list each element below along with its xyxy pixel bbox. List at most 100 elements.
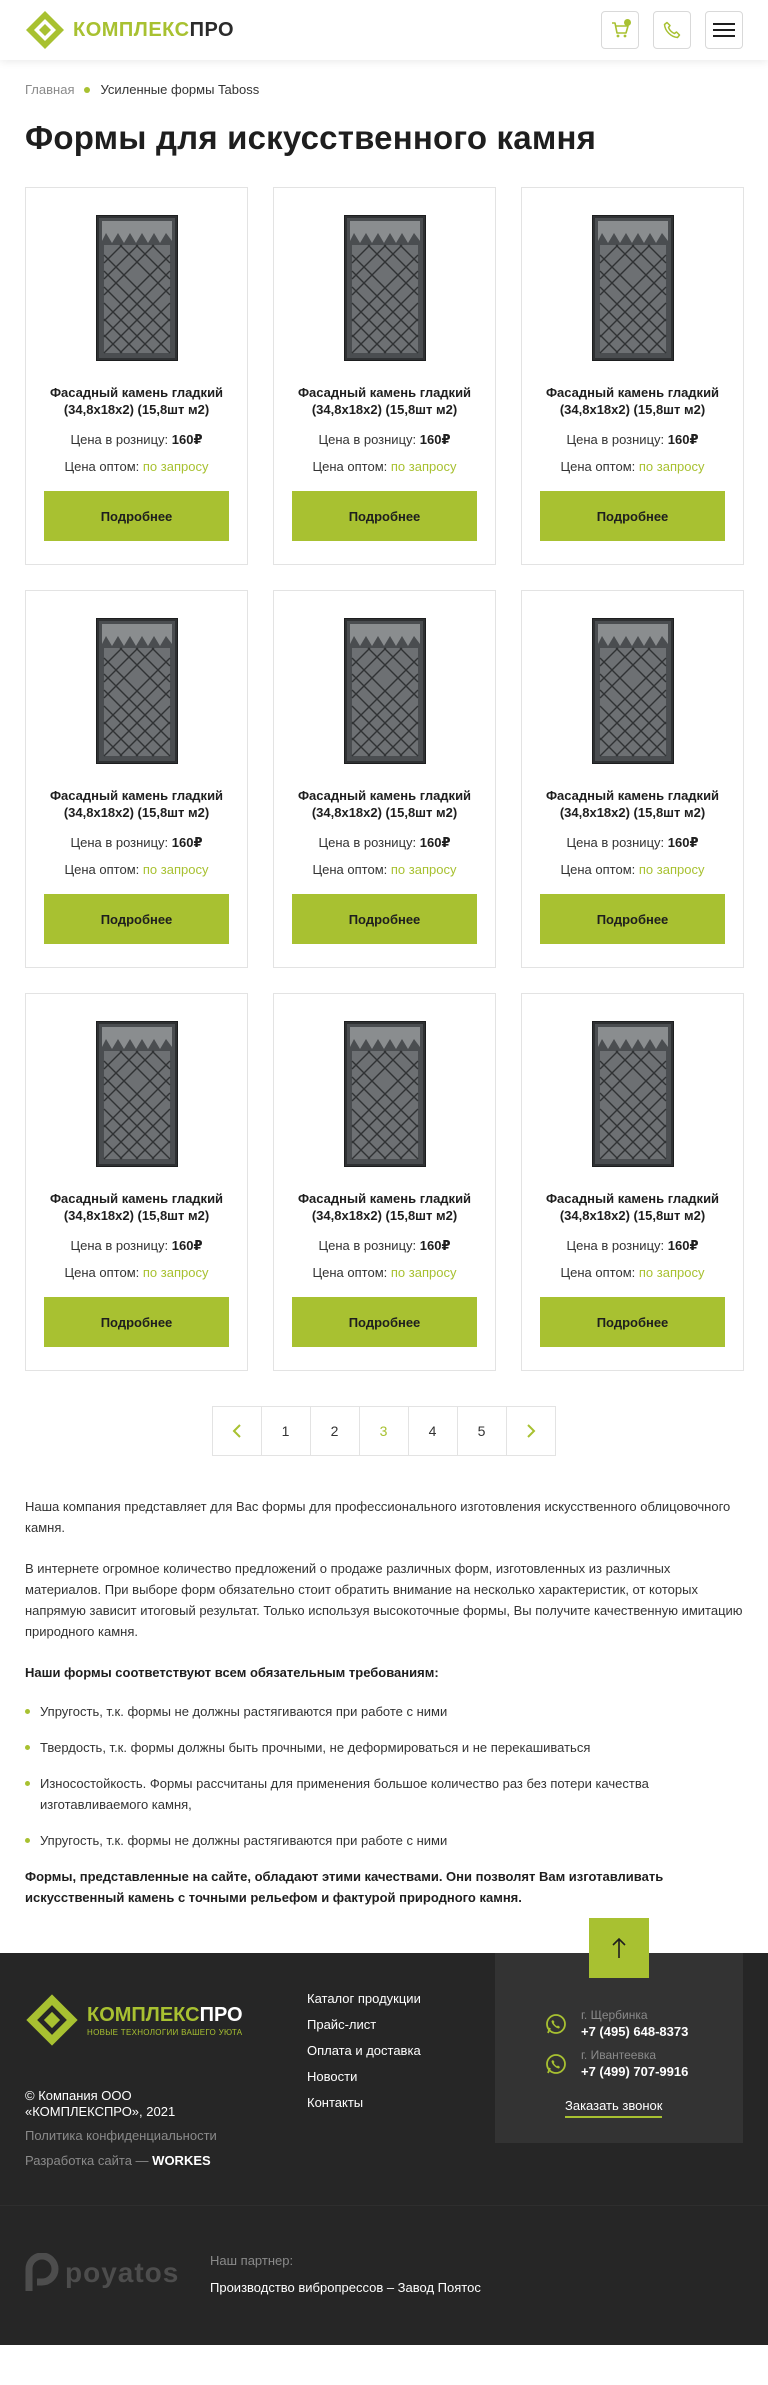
logo[interactable]: КОМПЛЕКСПРО — [25, 10, 234, 50]
footer-menu-item-pricelist[interactable]: Прайс-лист — [307, 2017, 421, 2033]
product-image[interactable] — [591, 618, 674, 764]
scroll-to-top-button[interactable] — [589, 1918, 649, 1978]
partner-description[interactable]: Производство вибропрессов – Завод Поятос — [210, 2280, 481, 2295]
phone-details: г. Щербинка +7 (495) 648-8373 — [581, 2008, 688, 2039]
developer-credit: Разработка сайта — WORKES — [25, 2153, 211, 2168]
footer-tagline: НОВЫЕ ТЕХНОЛОГИИ ВАШЕГО УЮТА — [87, 2027, 243, 2037]
pagination-page-4[interactable]: 4 — [407, 1406, 458, 1456]
product-image[interactable] — [591, 1021, 674, 1167]
product-image[interactable] — [95, 618, 178, 764]
phone-number[interactable]: +7 (499) 707-9916 — [581, 2064, 688, 2079]
wholesale-price-value[interactable]: по запросу — [143, 1265, 209, 1280]
developer-link[interactable]: WORKES — [152, 2153, 211, 2168]
retail-price-row: Цена в розницу: 160₽ — [318, 432, 450, 448]
retail-price-label: Цена в розницу: — [70, 835, 169, 850]
product-image[interactable] — [343, 215, 426, 361]
pagination: 1 2 3 4 5 — [0, 1406, 768, 1456]
product-title[interactable]: Фасадный камень гладкий (34,8х18х2) (15,… — [522, 1190, 743, 1224]
product-image[interactable] — [95, 215, 178, 361]
phone-contact[interactable]: г. Ивантеевка +7 (499) 707-9916 — [545, 2048, 688, 2079]
product-image[interactable] — [343, 1021, 426, 1167]
footer-logo[interactable]: КОМПЛЕКСПРО НОВЫЕ ТЕХНОЛОГИИ ВАШЕГО УЮТА — [25, 1993, 243, 2047]
retail-price-label: Цена в розницу: — [566, 432, 665, 447]
pagination-page-1[interactable]: 1 — [260, 1406, 311, 1456]
phone-contact[interactable]: г. Щербинка +7 (495) 648-8373 — [545, 2008, 688, 2039]
product-title[interactable]: Фасадный камень гладкий (34,8х18х2) (15,… — [522, 384, 743, 418]
wholesale-price-value[interactable]: по запросу — [391, 862, 457, 877]
footer-menu-item-contacts[interactable]: Контакты — [307, 2095, 421, 2111]
wholesale-price-value[interactable]: по запросу — [639, 459, 705, 474]
breadcrumb-home[interactable]: Главная — [25, 82, 74, 97]
details-button[interactable]: Подробнее — [292, 894, 477, 944]
footer-menu-item-catalog[interactable]: Каталог продукции — [307, 1991, 421, 2007]
product-image[interactable] — [95, 1021, 178, 1167]
retail-price-label: Цена в розницу: — [70, 1238, 169, 1253]
product-card: Фасадный камень гладкий (34,8х18х2) (15,… — [273, 590, 496, 968]
details-button[interactable]: Подробнее — [540, 491, 725, 541]
details-button[interactable]: Подробнее — [540, 894, 725, 944]
phone-button[interactable] — [653, 11, 691, 49]
breadcrumb: Главная Усиленные формы Taboss — [0, 60, 768, 97]
retail-price-value: 160₽ — [171, 835, 203, 850]
product-image[interactable] — [591, 215, 674, 361]
wholesale-price-value[interactable]: по запросу — [639, 862, 705, 877]
product-title[interactable]: Фасадный камень гладкий (34,8х18х2) (15,… — [274, 787, 495, 821]
details-button[interactable]: Подробнее — [44, 894, 229, 944]
wholesale-price-value[interactable]: по запросу — [391, 459, 457, 474]
breadcrumb-separator — [84, 86, 91, 93]
wholesale-price-row: Цена оптом: по запросу — [65, 459, 209, 474]
wholesale-price-value[interactable]: по запросу — [143, 459, 209, 474]
retail-price-row: Цена в розницу: 160₽ — [318, 1238, 450, 1254]
pagination-next-button[interactable] — [505, 1406, 556, 1456]
product-image[interactable] — [343, 618, 426, 764]
partner-label: Наш партнер: — [210, 2253, 294, 2268]
retail-price-value: 160₽ — [419, 432, 451, 447]
pagination-prev-button[interactable] — [211, 1406, 262, 1456]
footer-menu-item-news[interactable]: Новости — [307, 2069, 421, 2085]
retail-price-value: 160₽ — [419, 1238, 451, 1253]
product-title[interactable]: Фасадный камень гладкий (34,8х18х2) (15,… — [274, 384, 495, 418]
details-button[interactable]: Подробнее — [292, 491, 477, 541]
wholesale-price-label: Цена оптом: — [64, 459, 140, 474]
retail-price-label: Цена в розницу: — [70, 432, 169, 447]
partner-logo[interactable]: poyatos — [25, 2253, 179, 2293]
developer-label: Разработка сайта — — [25, 2153, 149, 2168]
copyright: © Компания ООО «КОМПЛЕКСПРО», 2021 — [25, 2088, 175, 2120]
list-item: Упругость, т.к. формы не должны растягив… — [25, 1701, 743, 1722]
footer-divider — [0, 2205, 768, 2206]
menu-button[interactable] — [705, 11, 743, 49]
phone-number[interactable]: +7 (495) 648-8373 — [581, 2024, 688, 2039]
pagination-page-5[interactable]: 5 — [456, 1406, 507, 1456]
product-title[interactable]: Фасадный камень гладкий (34,8х18х2) (15,… — [26, 384, 247, 418]
retail-price-value: 160₽ — [667, 432, 699, 447]
product-card: Фасадный камень гладкий (34,8х18х2) (15,… — [521, 993, 744, 1371]
product-title[interactable]: Фасадный камень гладкий (34,8х18х2) (15,… — [26, 787, 247, 821]
product-title[interactable]: Фасадный камень гладкий (34,8х18х2) (15,… — [274, 1190, 495, 1224]
wholesale-price-row: Цена оптом: по запросу — [313, 862, 457, 877]
wholesale-price-value[interactable]: по запросу — [639, 1265, 705, 1280]
retail-price-value: 160₽ — [171, 432, 203, 447]
order-call-link[interactable]: Заказать звонок — [565, 2098, 663, 2118]
wholesale-price-value[interactable]: по запросу — [143, 862, 209, 877]
product-card: Фасадный камень гладкий (34,8х18х2) (15,… — [273, 187, 496, 565]
wholesale-price-row: Цена оптом: по запросу — [561, 862, 705, 877]
list-item: Износостойкость. Формы рассчитаны для пр… — [25, 1773, 743, 1815]
product-card: Фасадный камень гладкий (34,8х18х2) (15,… — [25, 187, 248, 565]
pagination-page-2[interactable]: 2 — [309, 1406, 360, 1456]
details-button[interactable]: Подробнее — [44, 1297, 229, 1347]
details-button[interactable]: Подробнее — [540, 1297, 725, 1347]
cart-button[interactable] — [601, 11, 639, 49]
wholesale-price-label: Цена оптом: — [64, 1265, 140, 1280]
footer-menu: Каталог продукции Прайс-лист Оплата и до… — [307, 1991, 421, 2121]
wholesale-price-value[interactable]: по запросу — [391, 1265, 457, 1280]
product-title[interactable]: Фасадный камень гладкий (34,8х18х2) (15,… — [26, 1190, 247, 1224]
product-title[interactable]: Фасадный камень гладкий (34,8х18х2) (15,… — [522, 787, 743, 821]
wholesale-price-label: Цена оптом: — [312, 459, 388, 474]
footer-menu-item-payment[interactable]: Оплата и доставка — [307, 2043, 421, 2059]
details-button[interactable]: Подробнее — [44, 491, 229, 541]
details-button[interactable]: Подробнее — [292, 1297, 477, 1347]
privacy-link[interactable]: Политика конфиденциальности — [25, 2128, 217, 2143]
product-card: Фасадный камень гладкий (34,8х18х2) (15,… — [521, 590, 744, 968]
pagination-page-3[interactable]: 3 — [358, 1406, 409, 1456]
retail-price-value: 160₽ — [667, 1238, 699, 1253]
